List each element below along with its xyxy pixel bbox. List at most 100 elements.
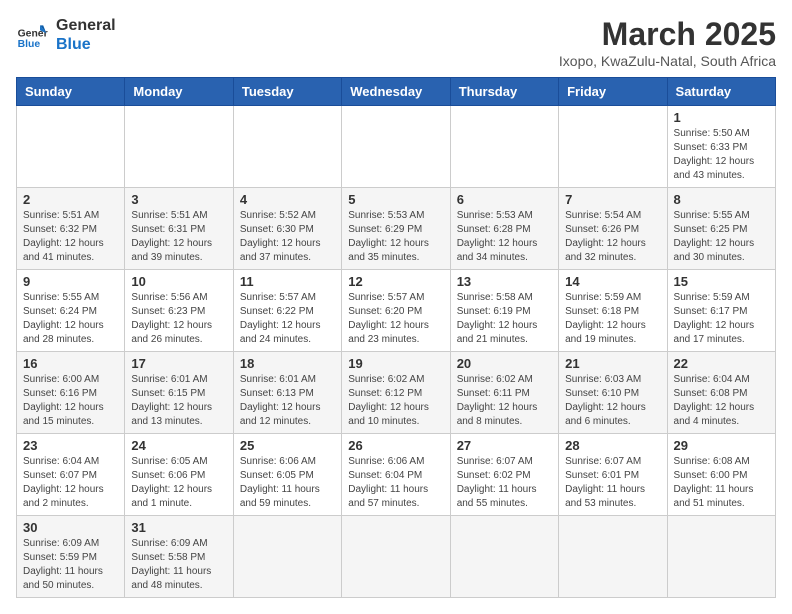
calendar-cell: 4 Sunrise: 5:52 AM Sunset: 6:30 PM Daylig… [233,188,341,270]
day-info: Sunrise: 6:07 AM Sunset: 6:02 PM Dayligh… [457,455,552,511]
weekday-header-row: SundayMondayTuesdayWednesdayThursdayFrid… [17,78,776,106]
day-info: Sunrise: 5:53 AM Sunset: 6:29 PM Dayligh… [348,209,443,265]
calendar-cell: 18Sunrise: 6:01 AM Sunset: 6:13 PM Dayli… [233,352,341,434]
day-info: Sunrise: 6:02 AM Sunset: 6:11 PM Dayligh… [457,373,552,429]
calendar-cell: 26 Sunrise: 6:06 AM Sunset: 6:04 PM Dayli… [342,434,450,516]
day-number: 23 [23,438,118,453]
day-number: 6 [457,192,552,207]
day-info: Sunrise: 6:04 AM Sunset: 6:07 PM Dayligh… [23,455,118,511]
calendar-week-3: 9 Sunrise: 5:55 AM Sunset: 6:24 PM Daylig… [17,270,776,352]
day-number: 2 [23,192,118,207]
calendar-cell [17,106,125,188]
calendar-cell: 11Sunrise: 5:57 AM Sunset: 6:22 PM Dayli… [233,270,341,352]
day-info: Sunrise: 5:59 AM Sunset: 6:17 PM Dayligh… [674,291,769,347]
calendar-cell: 15 Sunrise: 5:59 AM Sunset: 6:17 PM Dayli… [667,270,775,352]
calendar-cell: 22Sunrise: 6:04 AM Sunset: 6:08 PM Dayli… [667,352,775,434]
day-number: 8 [674,192,769,207]
day-info: Sunrise: 6:06 AM Sunset: 6:04 PM Dayligh… [348,455,443,511]
calendar-cell [233,516,341,598]
calendar-cell: 9 Sunrise: 5:55 AM Sunset: 6:24 PM Daylig… [17,270,125,352]
day-number: 15 [674,274,769,289]
weekday-header-wednesday: Wednesday [342,78,450,106]
day-number: 10 [131,274,226,289]
calendar-cell: 17Sunrise: 6:01 AM Sunset: 6:15 PM Dayli… [125,352,233,434]
day-number: 25 [240,438,335,453]
calendar-cell: 20Sunrise: 6:02 AM Sunset: 6:11 PM Dayli… [450,352,558,434]
day-info: Sunrise: 5:53 AM Sunset: 6:28 PM Dayligh… [457,209,552,265]
logo-blue-text: Blue [56,35,116,54]
title-area: March 2025 Ixopo, KwaZulu-Natal, South A… [559,16,776,69]
day-info: Sunrise: 5:57 AM Sunset: 6:20 PM Dayligh… [348,291,443,347]
day-number: 26 [348,438,443,453]
day-info: Sunrise: 5:51 AM Sunset: 6:31 PM Dayligh… [131,209,226,265]
day-info: Sunrise: 6:01 AM Sunset: 6:13 PM Dayligh… [240,373,335,429]
day-number: 12 [348,274,443,289]
day-number: 19 [348,356,443,371]
weekday-header-sunday: Sunday [17,78,125,106]
day-info: Sunrise: 6:00 AM Sunset: 6:16 PM Dayligh… [23,373,118,429]
calendar-cell [667,516,775,598]
day-info: Sunrise: 6:07 AM Sunset: 6:01 PM Dayligh… [565,455,660,511]
calendar-cell: 10 Sunrise: 5:56 AM Sunset: 6:23 PM Dayli… [125,270,233,352]
day-number: 9 [23,274,118,289]
day-info: Sunrise: 5:56 AM Sunset: 6:23 PM Dayligh… [131,291,226,347]
day-info: Sunrise: 5:55 AM Sunset: 6:24 PM Dayligh… [23,291,118,347]
location-title: Ixopo, KwaZulu-Natal, South Africa [559,53,776,69]
day-number: 27 [457,438,552,453]
day-info: Sunrise: 6:02 AM Sunset: 6:12 PM Dayligh… [348,373,443,429]
weekday-header-thursday: Thursday [450,78,558,106]
calendar-cell [450,106,558,188]
calendar-cell: 29Sunrise: 6:08 AM Sunset: 6:00 PM Dayli… [667,434,775,516]
calendar-cell: 27 Sunrise: 6:07 AM Sunset: 6:02 PM Dayli… [450,434,558,516]
day-info: Sunrise: 5:58 AM Sunset: 6:19 PM Dayligh… [457,291,552,347]
calendar-cell: 14 Sunrise: 5:59 AM Sunset: 6:18 PM Dayli… [559,270,667,352]
day-number: 3 [131,192,226,207]
day-number: 7 [565,192,660,207]
day-number: 16 [23,356,118,371]
calendar-cell: 12 Sunrise: 5:57 AM Sunset: 6:20 PM Dayli… [342,270,450,352]
day-info: Sunrise: 6:03 AM Sunset: 6:10 PM Dayligh… [565,373,660,429]
day-number: 30 [23,520,118,535]
calendar-cell: 2Sunrise: 5:51 AM Sunset: 6:32 PM Daylig… [17,188,125,270]
calendar-cell: 5Sunrise: 5:53 AM Sunset: 6:29 PM Daylig… [342,188,450,270]
calendar-week-1: 1Sunrise: 5:50 AM Sunset: 6:33 PM Daylig… [17,106,776,188]
day-info: Sunrise: 6:06 AM Sunset: 6:05 PM Dayligh… [240,455,335,511]
calendar-cell: 1Sunrise: 5:50 AM Sunset: 6:33 PM Daylig… [667,106,775,188]
day-number: 14 [565,274,660,289]
weekday-header-friday: Friday [559,78,667,106]
calendar-week-4: 16 Sunrise: 6:00 AM Sunset: 6:16 PM Dayli… [17,352,776,434]
calendar-cell [342,516,450,598]
logo-icon: General Blue [16,19,48,51]
calendar-week-6: 30Sunrise: 6:09 AM Sunset: 5:59 PM Dayli… [17,516,776,598]
weekday-header-saturday: Saturday [667,78,775,106]
calendar-cell: 6 Sunrise: 5:53 AM Sunset: 6:28 PM Daylig… [450,188,558,270]
day-info: Sunrise: 5:55 AM Sunset: 6:25 PM Dayligh… [674,209,769,265]
calendar-cell: 7Sunrise: 5:54 AM Sunset: 6:26 PM Daylig… [559,188,667,270]
calendar-table: SundayMondayTuesdayWednesdayThursdayFrid… [16,77,776,598]
calendar-cell: 19 Sunrise: 6:02 AM Sunset: 6:12 PM Dayli… [342,352,450,434]
day-number: 17 [131,356,226,371]
calendar-cell [559,106,667,188]
calendar-cell [559,516,667,598]
day-info: Sunrise: 5:52 AM Sunset: 6:30 PM Dayligh… [240,209,335,265]
calendar-week-2: 2Sunrise: 5:51 AM Sunset: 6:32 PM Daylig… [17,188,776,270]
calendar-cell: 3 Sunrise: 5:51 AM Sunset: 6:31 PM Daylig… [125,188,233,270]
day-number: 28 [565,438,660,453]
day-number: 1 [674,110,769,125]
weekday-header-monday: Monday [125,78,233,106]
calendar-cell: 31Sunrise: 6:09 AM Sunset: 5:58 PM Dayli… [125,516,233,598]
day-number: 21 [565,356,660,371]
day-number: 22 [674,356,769,371]
calendar-cell: 25 Sunrise: 6:06 AM Sunset: 6:05 PM Dayli… [233,434,341,516]
calendar-cell [233,106,341,188]
calendar-cell: 23 Sunrise: 6:04 AM Sunset: 6:07 PM Dayli… [17,434,125,516]
day-number: 4 [240,192,335,207]
day-info: Sunrise: 6:08 AM Sunset: 6:00 PM Dayligh… [674,455,769,511]
calendar-cell [342,106,450,188]
day-number: 13 [457,274,552,289]
day-info: Sunrise: 5:59 AM Sunset: 6:18 PM Dayligh… [565,291,660,347]
calendar-cell: 24Sunrise: 6:05 AM Sunset: 6:06 PM Dayli… [125,434,233,516]
day-info: Sunrise: 6:09 AM Sunset: 5:58 PM Dayligh… [131,537,226,593]
logo: General Blue General Blue [16,16,116,54]
calendar-cell [450,516,558,598]
